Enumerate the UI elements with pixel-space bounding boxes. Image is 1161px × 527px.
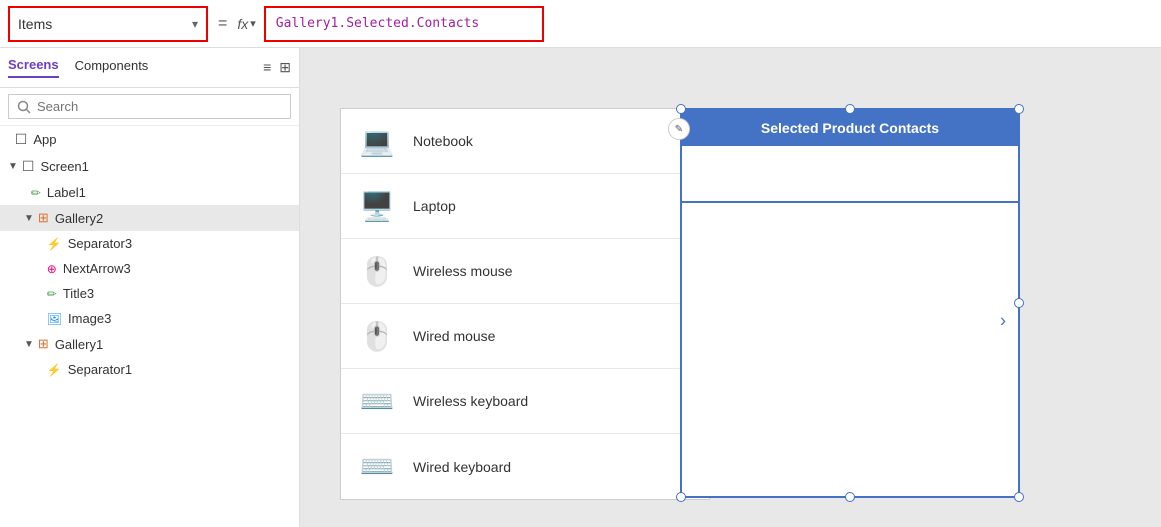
top-bar: Items ▾ = fx ▾ Gallery1.Selected.Contact… — [0, 0, 1161, 48]
sidebar: Screens Components ≡ ⊞ ☐ App — [0, 48, 300, 527]
separator1-label: Separator1 — [68, 362, 132, 377]
tree-arrow-title3 — [40, 288, 43, 299]
notebook-image: 💻 — [353, 121, 401, 161]
nextarrow3-label: NextArrow3 — [63, 261, 131, 276]
title3-label: Title3 — [63, 286, 94, 301]
wired-keyboard-name: Wired keyboard — [413, 459, 692, 475]
gallery1-icon: ⊞ — [38, 336, 49, 352]
sidebar-tabs: Screens Components ≡ ⊞ — [0, 48, 299, 88]
fx-button[interactable]: fx ▾ — [237, 16, 255, 32]
title3-icon: ✏ — [47, 287, 57, 301]
wireless-keyboard-name: Wireless keyboard — [413, 393, 692, 409]
nextarrow3-icon: ⊕ — [47, 262, 57, 276]
tab-icons: ≡ ⊞ — [263, 59, 291, 76]
gallery-item-notebook[interactable]: 💻 Notebook › — [341, 109, 709, 174]
name-box-chevron[interactable]: ▾ — [192, 17, 198, 31]
wireless-mouse-name: Wireless mouse — [413, 263, 692, 279]
sidebar-tree: ☐ App ▼ ☐ Screen1 ✏ Label1 ▼ ⊞ — [0, 126, 299, 527]
gallery-item-wireless-keyboard[interactable]: ⌨️ Wireless keyboard › — [341, 369, 709, 434]
selected-panel-header: Selected Product Contacts — [682, 110, 1018, 146]
selected-panel-body: › — [682, 146, 1018, 496]
handle-middle-right[interactable] — [1014, 298, 1024, 308]
formula-bar[interactable]: Gallery1.Selected.Contacts — [264, 6, 544, 42]
tab-screens[interactable]: Screens — [8, 57, 59, 78]
tree-arrow-gallery2[interactable]: ▼ — [24, 213, 34, 224]
handle-top-left[interactable] — [676, 104, 686, 114]
wireless-keyboard-image: ⌨️ — [353, 381, 401, 421]
laptop-image: 🖥️ — [353, 186, 401, 226]
name-box-label: Items — [18, 16, 52, 32]
sidebar-item-separator3[interactable]: ⚡ Separator3 — [0, 231, 299, 256]
separator3-label: Separator3 — [68, 236, 132, 251]
sidebar-item-image3[interactable]: 🖼 Image3 — [0, 306, 299, 331]
wired-keyboard-image: ⌨️ — [353, 447, 401, 487]
main-area: Screens Components ≡ ⊞ ☐ App — [0, 48, 1161, 527]
separator1-icon: ⚡ — [47, 363, 62, 377]
name-box[interactable]: Items ▾ — [8, 6, 208, 42]
gallery1-label: Gallery1 — [55, 337, 103, 352]
sidebar-item-gallery1[interactable]: ▼ ⊞ Gallery1 — [0, 331, 299, 357]
gallery-item-wired-mouse[interactable]: 🖱️ Wired mouse › — [341, 304, 709, 369]
notebook-name: Notebook — [413, 133, 692, 149]
panel-divider — [682, 201, 1018, 203]
fx-chevron[interactable]: ▾ — [250, 17, 256, 30]
gallery2-label: Gallery2 — [55, 211, 103, 226]
gallery-panel: 💻 Notebook › 🖥️ Laptop › 🖱️ Wireless mou… — [340, 108, 710, 500]
tree-arrow-sep1 — [40, 364, 43, 375]
image3-label: Image3 — [68, 311, 111, 326]
tree-arrow-gallery1[interactable]: ▼ — [24, 339, 34, 350]
sidebar-item-gallery2[interactable]: ▼ ⊞ Gallery2 — [0, 205, 299, 231]
wired-mouse-image: 🖱️ — [353, 316, 401, 356]
tree-arrow-screen1[interactable]: ▼ — [8, 161, 18, 172]
sidebar-item-title3[interactable]: ✏ Title3 — [0, 281, 299, 306]
canvas-area: 💻 Notebook › 🖥️ Laptop › 🖱️ Wireless mou… — [300, 48, 1161, 527]
equals-sign: = — [218, 15, 227, 33]
app-label: App — [33, 132, 56, 147]
handle-bottom-right[interactable] — [1014, 492, 1024, 502]
tree-arrow-sep3 — [40, 238, 43, 249]
sidebar-item-label1[interactable]: ✏ Label1 — [0, 180, 299, 205]
wireless-mouse-image: 🖱️ — [353, 251, 401, 291]
gallery-item-laptop[interactable]: 🖥️ Laptop › — [341, 174, 709, 239]
label-icon: ✏ — [31, 186, 41, 200]
tree-arrow-image3 — [40, 313, 43, 324]
image3-icon: 🖼 — [47, 312, 62, 326]
handle-bottom-left[interactable] — [676, 492, 686, 502]
handle-top-center[interactable] — [845, 104, 855, 114]
sidebar-item-separator1[interactable]: ⚡ Separator1 — [0, 357, 299, 382]
fx-label: fx — [237, 16, 248, 32]
separator3-icon: ⚡ — [47, 237, 62, 251]
app-icon: ☐ — [15, 131, 28, 148]
handle-top-right[interactable] — [1014, 104, 1024, 114]
tree-arrow-label1 — [24, 187, 27, 198]
selected-panel: ✎ Selected Product Contacts › — [680, 108, 1020, 498]
screen-icon: ☐ — [22, 158, 35, 175]
gallery2-icon: ⊞ — [38, 210, 49, 226]
screen1-label: Screen1 — [40, 159, 88, 174]
gallery-item-wired-keyboard[interactable]: ⌨️ Wired keyboard › — [341, 434, 709, 499]
gallery-item-wireless-mouse[interactable]: 🖱️ Wireless mouse › — [341, 239, 709, 304]
handle-bottom-center[interactable] — [845, 492, 855, 502]
wired-mouse-name: Wired mouse — [413, 328, 692, 344]
tree-arrow-app[interactable] — [8, 134, 11, 145]
tree-arrow-arrow3 — [40, 263, 43, 274]
laptop-name: Laptop — [413, 198, 692, 214]
formula-text: Gallery1.Selected.Contacts — [276, 16, 480, 31]
edit-icon[interactable]: ✎ — [668, 118, 690, 140]
sidebar-item-app[interactable]: ☐ App — [0, 126, 299, 153]
sidebar-item-nextarrow3[interactable]: ⊕ NextArrow3 — [0, 256, 299, 281]
selected-panel-title: Selected Product Contacts — [761, 120, 939, 136]
tab-components[interactable]: Components — [75, 58, 149, 77]
sidebar-item-screen1[interactable]: ▼ ☐ Screen1 — [0, 153, 299, 180]
list-view-icon[interactable]: ≡ — [263, 59, 271, 76]
sidebar-search-container — [0, 88, 299, 126]
search-input[interactable] — [8, 94, 291, 119]
grid-view-icon[interactable]: ⊞ — [279, 59, 291, 76]
panel-next-arrow[interactable]: › — [1000, 311, 1006, 332]
label1-label: Label1 — [47, 185, 86, 200]
